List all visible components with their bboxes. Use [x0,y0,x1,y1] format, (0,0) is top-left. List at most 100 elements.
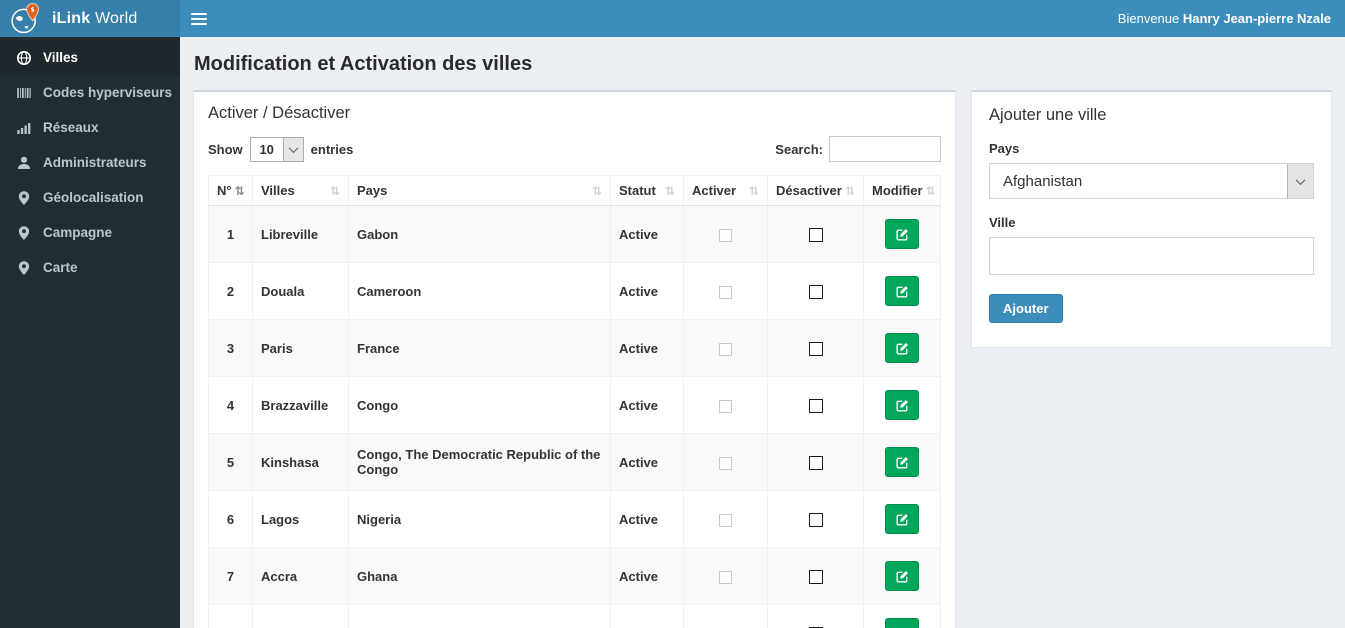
sort-icon[interactable]: ⇅ [749,185,759,197]
desactiver-checkbox[interactable] [808,284,823,299]
sort-icon[interactable]: ⇅ [330,185,340,197]
sidebar-item-administrateurs[interactable]: Administrateurs [0,145,180,180]
sort-icon[interactable]: ⇅ [665,185,675,197]
ville-input[interactable] [989,237,1314,275]
edit-button[interactable] [885,618,919,628]
activer-checkbox[interactable] [719,399,732,413]
statut-cell: Active [610,604,684,628]
brand-name: iLink World [52,9,138,27]
ville-cell: Libreville [252,205,349,263]
sidebar-item-label: Géolocalisation [43,190,144,205]
pays-cell: Gabon [348,205,611,263]
sort-icon[interactable]: ⇅ [592,185,602,197]
user-icon [16,155,32,171]
table-row: 8 Abidjan Cote d'Ivoire Active [208,604,941,628]
column-header-num[interactable]: N° ⇅ [208,175,253,206]
signal-bars-icon [16,120,32,136]
pays-cell: Cote d'Ivoire [348,604,611,628]
sort-icon[interactable]: ⇅ [235,185,245,197]
column-header-villes[interactable]: Villes ⇅ [252,175,349,206]
desactiver-checkbox[interactable] [808,341,823,356]
desactiver-checkbox[interactable] [808,569,823,584]
table-row: 1 Libreville Gabon Active [208,205,941,263]
sidebar-toggle-button[interactable] [191,9,207,29]
column-header-modifier[interactable]: Modifier ⇅ [863,175,941,206]
activer-checkbox[interactable] [719,342,732,356]
desactiver-checkbox[interactable] [808,398,823,413]
table-body: 1 Libreville Gabon Active 2 Douala Camer… [208,205,941,628]
activer-checkbox[interactable] [719,285,732,299]
table-row: 4 Brazzaville Congo Active [208,376,941,434]
row-number-cell: 4 [208,376,253,434]
statut-cell: Active [610,262,684,320]
barcode-icon [16,85,32,101]
statut-cell: Active [610,433,684,491]
sidebar-item-label: Administrateurs [43,155,147,170]
edit-button[interactable] [885,447,919,477]
sidebar-item-carte[interactable]: Carte [0,250,180,285]
edit-pencil-icon [895,570,909,583]
edit-pencil-icon [895,399,909,412]
sidebar-item-geolocalisation[interactable]: Géolocalisation [0,180,180,215]
chevron-down-icon [1287,164,1313,198]
row-number-cell: 1 [208,205,253,263]
edit-pencil-icon [895,513,909,526]
edit-pencil-icon [895,456,909,469]
row-number-cell: 2 [208,262,253,320]
sidebar-item-campagne[interactable]: Campagne [0,215,180,250]
ville-cell: Accra [252,547,349,605]
desactiver-checkbox[interactable] [808,512,823,527]
sort-icon[interactable]: ⇅ [845,185,855,197]
brand-logo[interactable]: $ iLink World [0,0,180,37]
activer-checkbox[interactable] [719,456,732,470]
statut-cell: Active [610,490,684,548]
pays-cell: Congo, The Democratic Republic of the Co… [348,433,611,491]
sidebar-item-label: Villes [43,50,79,65]
edit-button[interactable] [885,276,919,306]
ville-cell: Paris [252,319,349,377]
welcome-text: Bienvenue Hanry Jean-pierre Nzale [1117,11,1331,26]
column-header-statut[interactable]: Statut ⇅ [610,175,684,206]
pays-label: Pays [989,141,1020,156]
row-number-cell: 5 [208,433,253,491]
column-header-pays[interactable]: Pays ⇅ [348,175,611,206]
sidebar-item-codes-hyperviseurs[interactable]: Codes hyperviseurs [0,75,180,110]
sidebar-item-reseaux[interactable]: Réseaux [0,110,180,145]
villes-table: N° ⇅ Villes ⇅ Pays ⇅ Statut ⇅ Activer ⇅ Désac… [208,175,941,628]
column-header-activer[interactable]: Activer ⇅ [683,175,768,206]
row-number-cell: 3 [208,319,253,377]
activer-desactiver-panel: Activer / Désactiver Show 10 entries Sea… [193,90,956,628]
svg-text:$: $ [30,5,35,13]
sort-icon[interactable]: ⇅ [926,185,936,197]
ajouter-ville-panel: Ajouter une ville Pays Afghanistan Ville… [971,90,1332,348]
table-row: 7 Accra Ghana Active [208,547,941,605]
sidebar: Villes Codes hyperviseurs Réseaux Admini… [0,37,180,628]
pays-cell: Congo [348,376,611,434]
chevron-down-icon [282,137,303,161]
edit-button[interactable] [885,561,919,591]
activer-checkbox[interactable] [719,513,732,527]
desactiver-checkbox[interactable] [808,227,823,242]
map-marker-icon [16,260,32,276]
page-length-select[interactable]: 10 [249,136,304,162]
column-header-desactiver[interactable]: Désactiver ⇅ [767,175,864,206]
sidebar-item-villes[interactable]: Villes [0,40,180,75]
pays-cell: Nigeria [348,490,611,548]
row-number-cell: 6 [208,490,253,548]
pays-select[interactable]: Afghanistan [989,163,1314,199]
ville-cell: Lagos [252,490,349,548]
edit-button[interactable] [885,504,919,534]
table-row: 2 Douala Cameroon Active [208,262,941,320]
sidebar-item-label: Carte [43,260,78,275]
search-input[interactable] [829,136,941,162]
edit-button[interactable] [885,219,919,249]
edit-button[interactable] [885,333,919,363]
ajouter-button[interactable]: Ajouter [989,294,1063,323]
map-marker-icon [16,190,32,206]
activer-checkbox[interactable] [719,570,732,584]
desactiver-checkbox[interactable] [808,455,823,470]
row-number-cell: 8 [208,604,253,628]
table-row: 3 Paris France Active [208,319,941,377]
edit-button[interactable] [885,390,919,420]
activer-checkbox[interactable] [719,228,732,242]
